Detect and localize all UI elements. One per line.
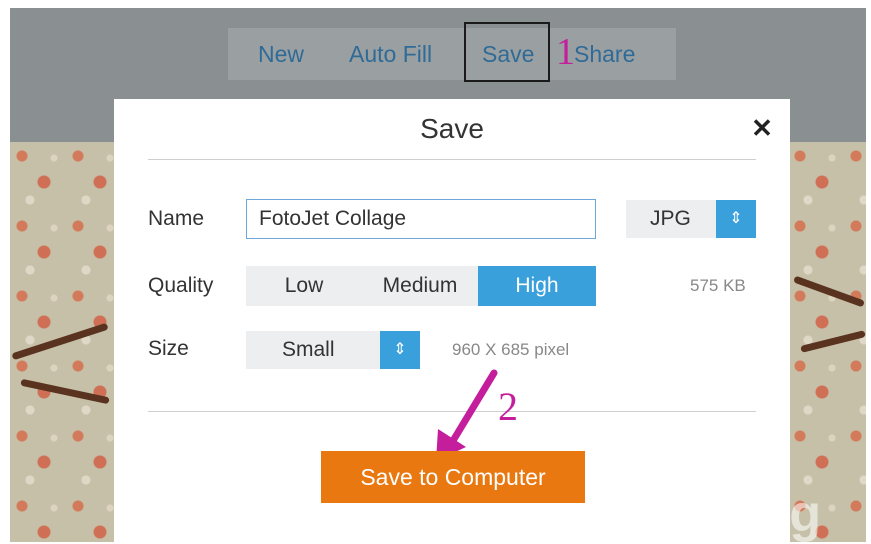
divider (148, 159, 756, 160)
format-value: JPG (650, 207, 691, 230)
quality-high-button[interactable]: High (478, 266, 596, 306)
size-select[interactable]: Small ⇕ (246, 331, 420, 369)
file-size-text: 575 KB (690, 276, 746, 295)
dimensions-text: 960 X 685 pixel (452, 340, 570, 359)
name-input[interactable] (246, 199, 596, 239)
watermark-logo: uantrimang (520, 485, 824, 543)
quality-low-button[interactable]: Low (246, 266, 362, 306)
step-annotation-2: 2 (498, 384, 518, 429)
size-value: Small (282, 338, 335, 361)
quality-label: Quality (148, 274, 214, 297)
dialog-title: Save (420, 113, 484, 144)
step-annotation-1: 1 (556, 31, 575, 73)
top-toolbar: New Auto Fill Save Share (228, 28, 676, 80)
quality-medium-button[interactable]: Medium (362, 266, 478, 306)
new-button[interactable]: New (258, 28, 304, 80)
close-icon[interactable]: ✕ (748, 113, 776, 143)
updown-chevron-icon: ⇕ (380, 331, 420, 369)
autofill-button[interactable]: Auto Fill (349, 28, 432, 80)
save-dialog: Save ✕ Name JPG ⇕ Quality Low Medium Hig… (114, 99, 790, 542)
save-highlight-box (464, 22, 550, 82)
format-select[interactable]: JPG ⇕ (626, 200, 756, 238)
name-label: Name (148, 207, 205, 230)
share-button[interactable]: Share (574, 28, 635, 80)
size-label: Size (148, 337, 189, 360)
updown-chevron-icon: ⇕ (716, 200, 756, 238)
